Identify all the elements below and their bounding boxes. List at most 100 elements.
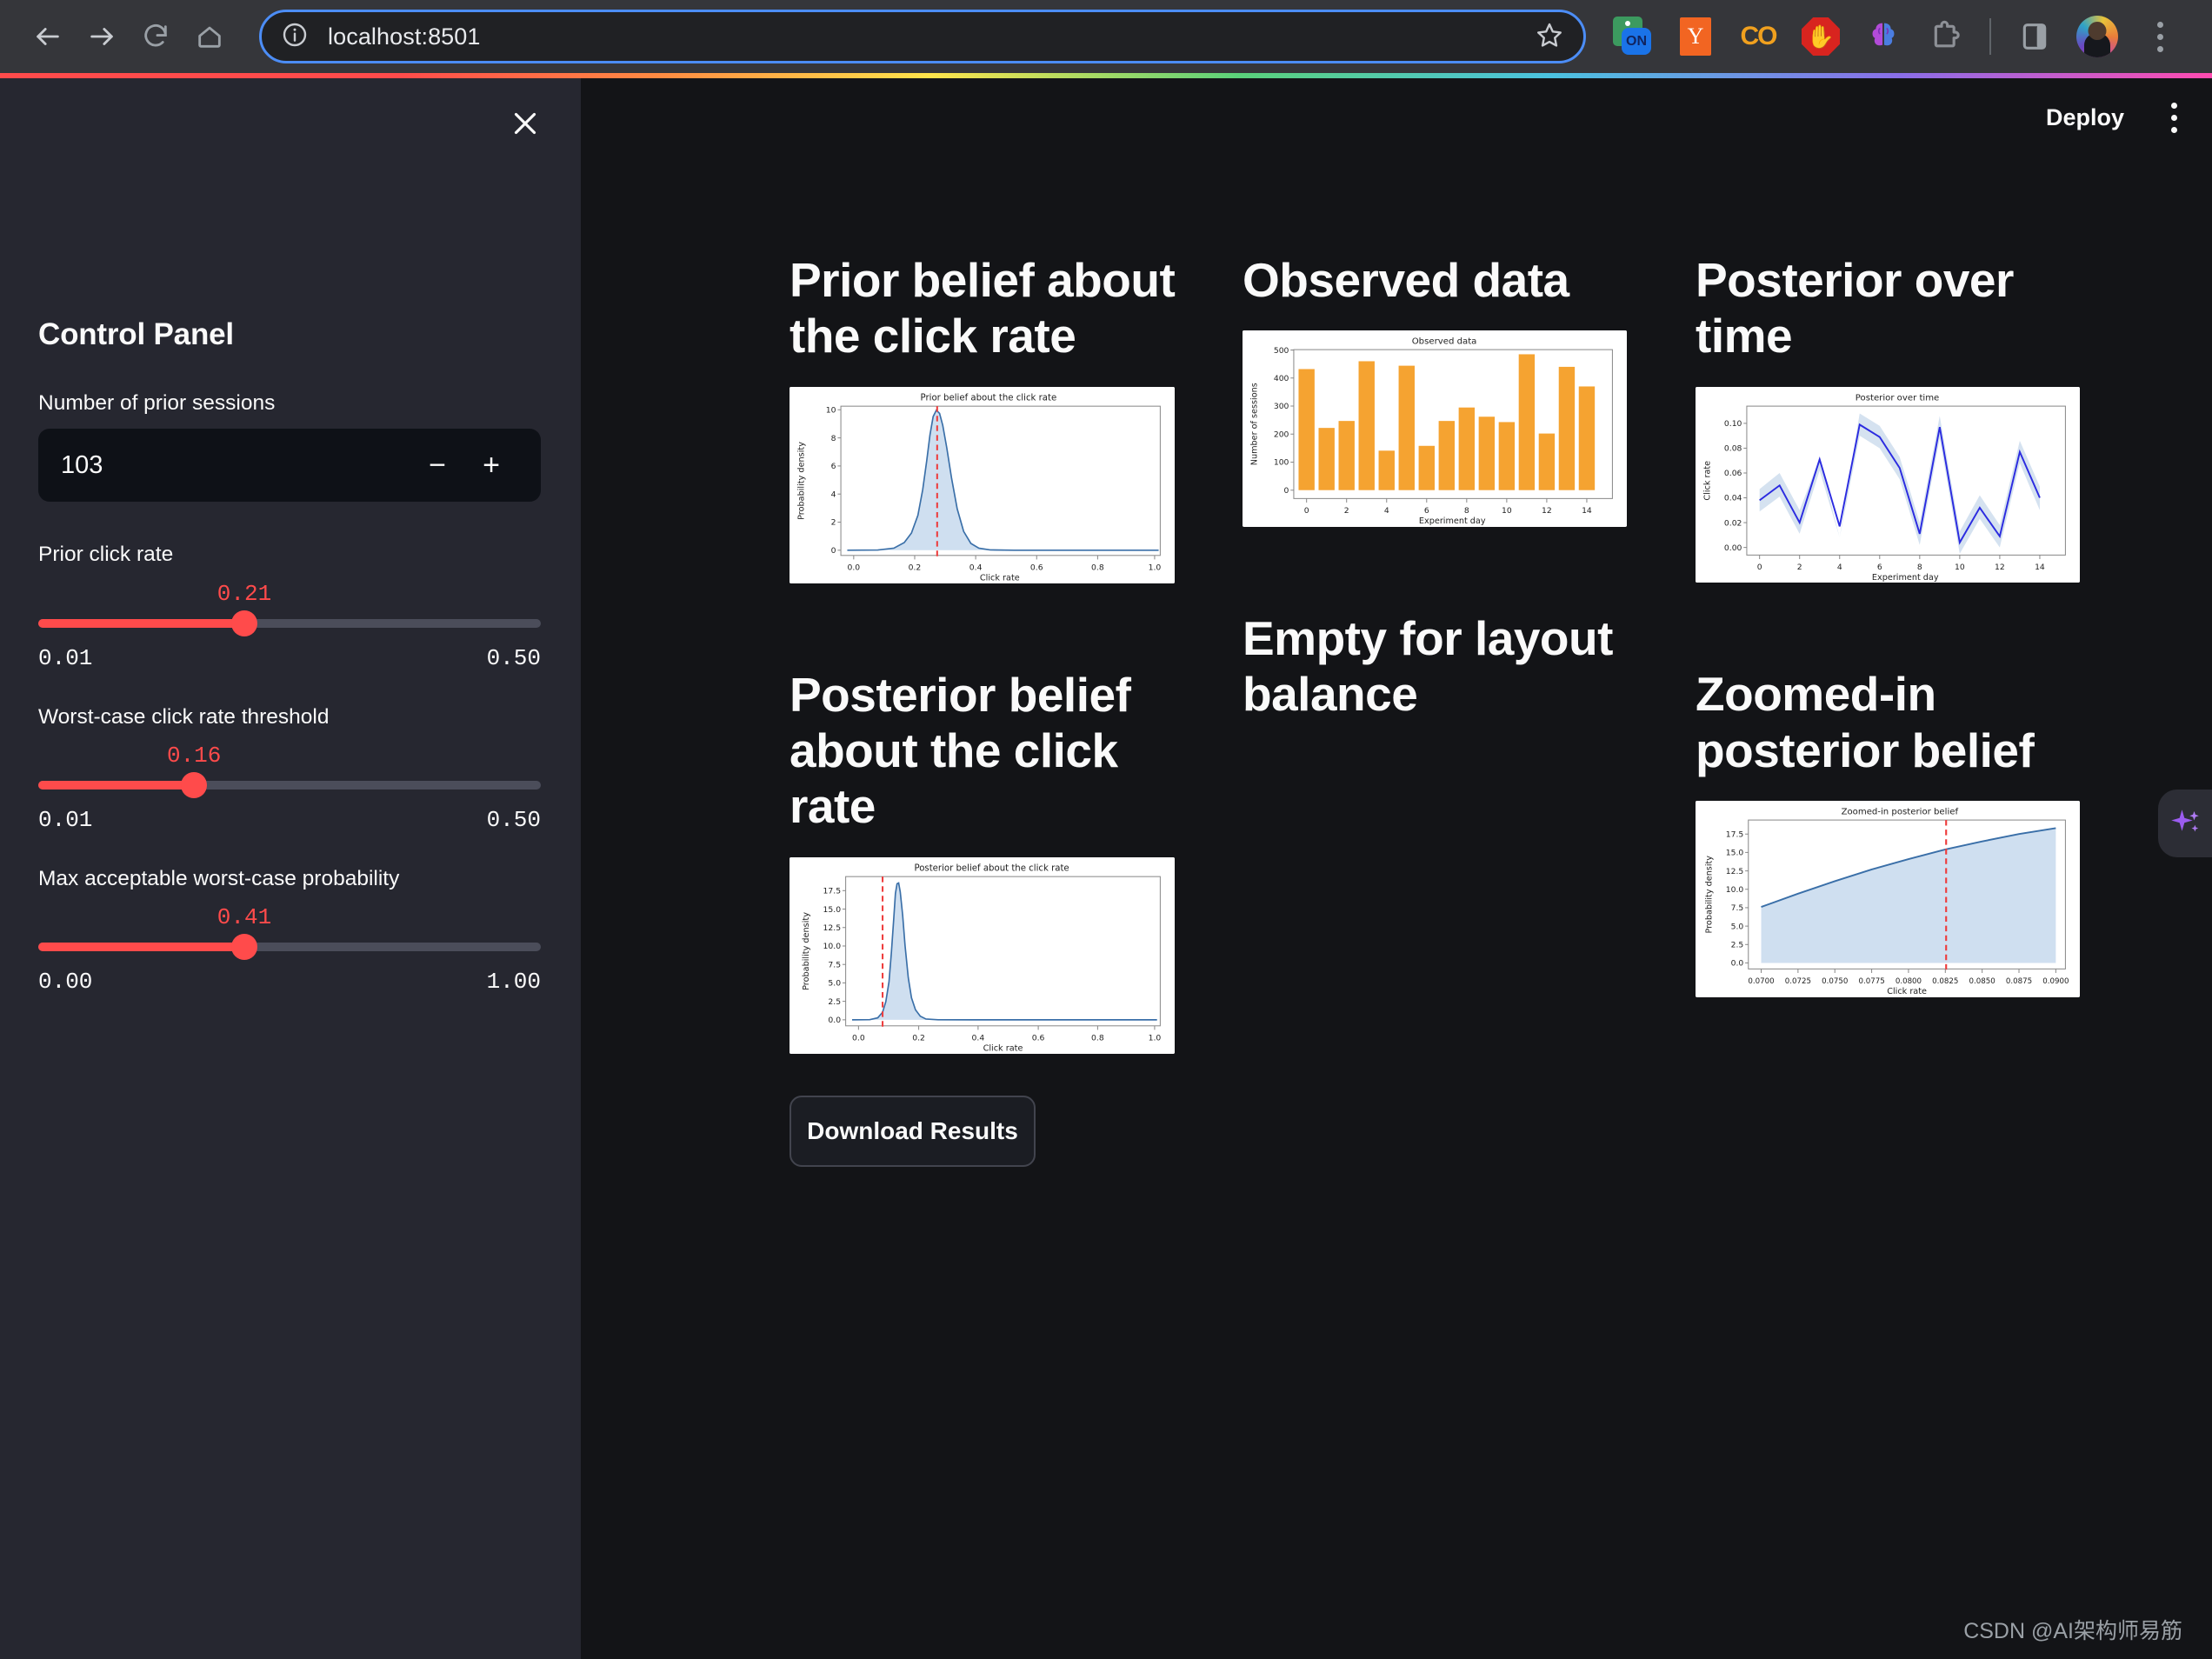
close-sidebar-button[interactable] <box>501 99 550 148</box>
pb-ytick-0: 0.0 <box>828 1016 841 1025</box>
xlabel-prior-belief: Click rate <box>980 573 1020 583</box>
ai-assistant-sparkle-icon[interactable] <box>2158 790 2212 857</box>
deploy-button[interactable]: Deploy <box>2037 97 2133 138</box>
pb-ytick-175: 17.5 <box>823 886 842 896</box>
heading-observed-data: Observed data <box>1243 253 1569 307</box>
extensions-puzzle-icon[interactable] <box>1915 10 1977 63</box>
xtick-4: 0.8 <box>1091 563 1104 572</box>
extensions-tray: ON Y CO ✋ <box>1602 10 2191 63</box>
main-content: Deploy Prior belief about the click rate… <box>581 78 2212 1659</box>
sidebar: Control Panel Number of prior sessions 1… <box>0 78 581 1659</box>
slider-track-prior-click-rate[interactable] <box>38 610 541 636</box>
number-of-prior-sessions-field: Number of prior sessions 103 − + <box>38 389 541 503</box>
zp-xtick-0: 0.0700 <box>1748 977 1774 986</box>
chrome-menu-icon[interactable] <box>2129 10 2191 63</box>
heading-zoomed-in-posterior-belief: Zoomed-in posterior belief <box>1696 667 2035 777</box>
xtick-2: 0.4 <box>969 563 983 572</box>
pt-ytick-008: 0.08 <box>1724 443 1742 453</box>
site-info-icon[interactable] <box>281 21 309 53</box>
address-bar[interactable]: localhost:8501 <box>259 10 1586 63</box>
pt-ytick-010: 0.10 <box>1724 419 1742 429</box>
zp-xtick-2: 0.0750 <box>1822 977 1848 986</box>
co-extension-icon[interactable]: CO <box>1727 10 1789 63</box>
xtick-0: 0.0 <box>848 563 861 572</box>
zp-xtick-3: 0.0775 <box>1858 977 1884 986</box>
od-xtick-6: 12 <box>1542 506 1552 516</box>
chart-zoomed-posterior: Zoomed-in posterior belief 17.5 15.0 12.… <box>1696 800 2080 997</box>
number-input-label: Number of prior sessions <box>38 391 276 415</box>
side-panel-icon[interactable] <box>2003 10 2066 63</box>
ytick-4: 4 <box>831 490 836 499</box>
zp-xtick-7: 0.0875 <box>2006 977 2032 986</box>
number-input-value: 103 <box>61 450 103 479</box>
slider-value-max-worst-case-probability: 0.41 <box>217 904 272 931</box>
od-xtick-3: 6 <box>1424 506 1429 516</box>
od-ytick-300: 300 <box>1274 403 1289 412</box>
zp-xtick-4: 0.0800 <box>1896 977 1922 986</box>
back-arrow-icon[interactable] <box>21 10 75 63</box>
zp-xtick-1: 0.0725 <box>1785 977 1811 986</box>
heading-posterior-over-time: Posterior over time <box>1696 253 2014 363</box>
heading-empty-for-layout-balance: Empty for layout balance <box>1243 610 1613 722</box>
ytick-8: 8 <box>831 434 836 443</box>
pt-xtick-6: 12 <box>1995 563 2005 572</box>
zp-xtick-5: 0.0825 <box>1932 977 1958 986</box>
pb-ytick-150: 15.0 <box>823 905 842 915</box>
onetab-extension-icon[interactable]: ON <box>1602 10 1664 63</box>
bookmark-star-icon[interactable] <box>1535 20 1564 54</box>
forward-arrow-icon[interactable] <box>75 10 129 63</box>
chart-prior-belief: Prior belief about the click rate 10 8 6… <box>790 386 1175 583</box>
app-header-actions: Deploy <box>2037 94 2186 142</box>
column-left: Prior belief about the click rate Prior … <box>790 252 1209 1167</box>
heading-posterior-belief: Posterior belief about the click rate <box>790 667 1131 834</box>
ycombinator-label: Y <box>1680 17 1711 56</box>
ylabel-posterior-belief: Probability density <box>802 912 811 990</box>
increment-button[interactable]: + <box>464 438 518 492</box>
brain-ai-extension-icon[interactable] <box>1852 10 1915 63</box>
slider-track-worst-case-threshold[interactable] <box>38 771 541 798</box>
xtick-1: 0.2 <box>909 563 922 572</box>
adblock-stop-hand-icon[interactable]: ✋ <box>1789 10 1852 63</box>
co-label: CO <box>1740 22 1778 50</box>
slider-thumb-prior-click-rate[interactable] <box>230 610 257 636</box>
slider-min-prior-click-rate: 0.01 <box>38 644 93 671</box>
chart-posterior-belief: Posterior belief about the click rate 17… <box>790 856 1175 1054</box>
zp-ytick-150: 15.0 <box>1726 849 1744 858</box>
worst-case-threshold-slider-block: Worst-case click rate threshold 0.16 0.0… <box>38 703 541 833</box>
chart-title-posterior-belief: Posterior belief about the click rate <box>914 864 1069 874</box>
pb-ytick-25: 2.5 <box>828 997 841 1007</box>
od-ytick-100: 100 <box>1274 458 1289 468</box>
pt-ytick-002: 0.02 <box>1724 518 1742 528</box>
ycombinator-extension-icon[interactable]: Y <box>1664 10 1727 63</box>
profile-avatar[interactable] <box>2066 10 2129 63</box>
xlabel-posterior-over-time: Experiment day <box>1872 573 1939 583</box>
slider-value-worst-case-threshold: 0.16 <box>166 742 222 769</box>
slider-thumb-worst-case-threshold[interactable] <box>181 771 208 798</box>
chart-title-prior-belief: Prior belief about the click rate <box>921 393 1057 403</box>
max-worst-case-probability-slider-block: Max acceptable worst-case probability 0.… <box>38 864 541 995</box>
slider-max-prior-click-rate: 0.50 <box>486 644 541 671</box>
zp-ytick-50: 5.0 <box>1731 922 1744 931</box>
reload-icon[interactable] <box>129 10 183 63</box>
slider-track-max-worst-case-probability[interactable] <box>38 934 541 961</box>
toolbar-divider <box>1989 18 1991 55</box>
ytick-0: 0 <box>831 546 836 556</box>
slider-max-max-worst-case-probability: 1.00 <box>486 969 541 996</box>
download-results-button[interactable]: Download Results <box>790 1095 1036 1167</box>
pb-xtick-5: 1.0 <box>1149 1033 1162 1043</box>
slider-thumb-max-worst-case-probability[interactable] <box>230 934 257 961</box>
slider-value-prior-click-rate: 0.21 <box>217 580 272 607</box>
xtick-5: 1.0 <box>1149 563 1162 572</box>
od-xtick-4: 8 <box>1464 506 1469 516</box>
decrement-button[interactable]: − <box>410 438 464 492</box>
home-icon[interactable] <box>183 10 237 63</box>
heading-prior-belief: Prior belief about the click rate <box>790 253 1176 363</box>
od-xtick-7: 14 <box>1582 506 1592 516</box>
zp-ytick-100: 10.0 <box>1726 885 1744 895</box>
zp-xtick-6: 0.0850 <box>1969 977 1995 986</box>
number-input[interactable]: 103 − + <box>38 429 541 503</box>
slider-label-prior-click-rate: Prior click rate <box>38 543 174 567</box>
pb-xtick-4: 0.8 <box>1091 1033 1104 1043</box>
app-menu-button[interactable] <box>2162 94 2186 142</box>
pb-ytick-100: 10.0 <box>823 942 842 951</box>
